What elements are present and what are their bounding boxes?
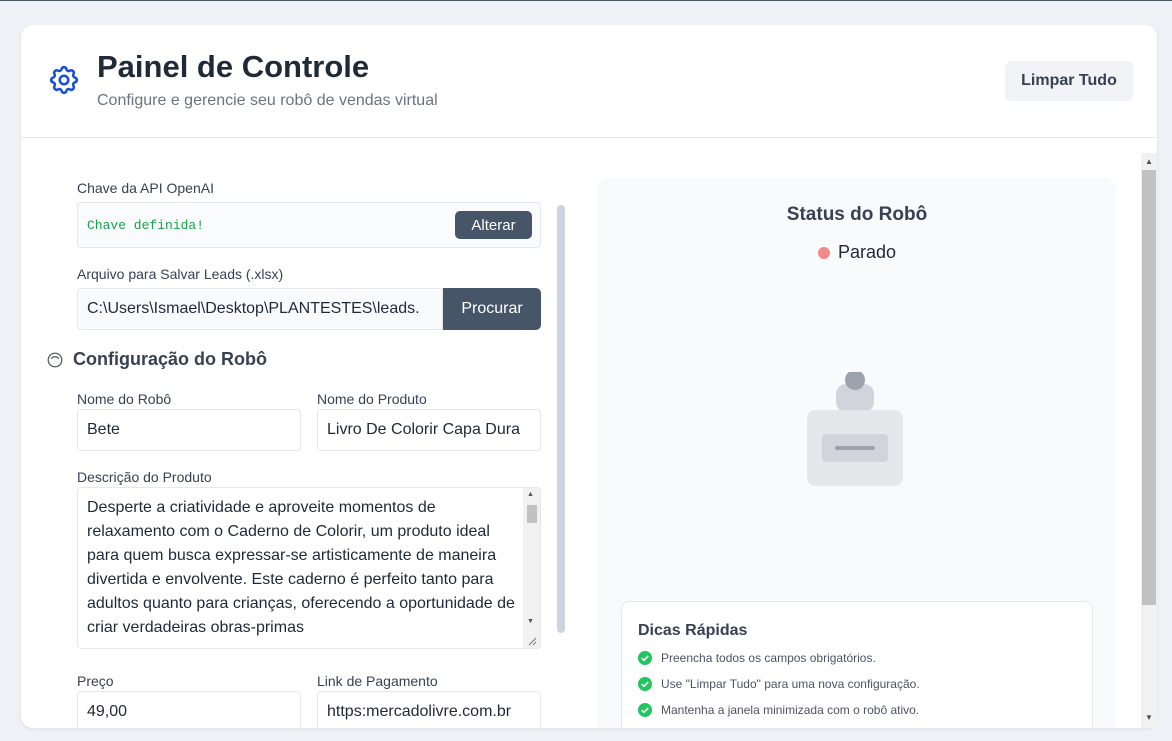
description-textarea[interactable]: Desperte a criatividade e aproveite mome…: [77, 487, 541, 649]
resize-handle-icon[interactable]: [527, 636, 537, 646]
tip-item: Preencha todos os campos obrigatórios.: [638, 651, 876, 665]
payment-link-value: https:mercadolivre.com.br: [327, 703, 512, 720]
check-circle-icon: [638, 703, 652, 717]
leads-file-input[interactable]: C:\Users\Ismael\Desktop\PLANTESTES\leads…: [77, 288, 443, 330]
price-value: 49,00: [87, 703, 128, 720]
description-scroll-thumb[interactable]: [527, 505, 537, 523]
robot-icon: [807, 372, 903, 486]
tip-text: Mantenha a janela minimizada com o robô …: [661, 703, 920, 717]
status-text: Parado: [837, 242, 897, 262]
robot-config-icon: [47, 352, 63, 368]
description-scrollbar[interactable]: ▲ ▼: [523, 488, 540, 648]
api-key-label: Chave da API OpenAI: [77, 180, 214, 196]
tip-text: Use "Limpar Tudo" para uma nova configur…: [661, 677, 920, 691]
browse-button[interactable]: Procurar: [443, 288, 541, 330]
change-api-key-button[interactable]: Alterar: [455, 211, 532, 239]
page-subtitle: Configure e gerencie seu robô de vendas …: [97, 92, 438, 109]
leads-file-path: C:\Users\Ismael\Desktop\PLANTESTES\leads…: [87, 300, 420, 317]
check-circle-icon: [638, 651, 652, 665]
robot-name-value: Bete: [87, 421, 120, 438]
description-label: Descrição do Produto: [77, 469, 212, 485]
tip-text: Preencha todos os campos obrigatórios.: [661, 651, 876, 665]
scroll-up-icon[interactable]: ▲: [1145, 158, 1153, 166]
leads-file-label: Arquivo para Salvar Leads (.xlsx): [77, 266, 284, 282]
tip-item: Mantenha a janela minimizada com o robô …: [638, 703, 919, 717]
robot-name-label: Nome do Robô: [77, 391, 172, 407]
status-title: Status do Robô: [786, 204, 928, 225]
product-name-value: Livro De Colorir Capa Dura: [327, 421, 520, 438]
status-dot: [817, 246, 830, 259]
price-input[interactable]: 49,00: [77, 691, 301, 728]
status-indicator: Parado: [598, 242, 1116, 263]
product-name-input[interactable]: Livro De Colorir Capa Dura: [317, 409, 541, 451]
robot-config-title: Configuração do Robô: [73, 349, 267, 369]
scroll-down-icon[interactable]: ▼: [1145, 714, 1153, 722]
check-circle-icon: [638, 677, 652, 691]
payment-link-label: Link de Pagamento: [317, 673, 438, 689]
gear-icon: [49, 65, 79, 95]
scroll-up-icon[interactable]: ▲: [527, 491, 534, 499]
status-panel: Status do Robô Parado Dicas Rápidas Pree…: [598, 178, 1116, 728]
payment-link-input[interactable]: https:mercadolivre.com.br: [317, 691, 541, 728]
product-name-label: Nome do Produto: [317, 391, 427, 407]
header: Painel de Controle Configure e gerencie …: [21, 25, 1157, 138]
description-text: Desperte a criatividade e aproveite mome…: [87, 499, 515, 636]
scroll-down-icon[interactable]: ▼: [527, 618, 534, 626]
page-title: Painel de Controle: [97, 49, 370, 84]
tip-item: Use "Limpar Tudo" para uma nova configur…: [638, 677, 920, 691]
price-label: Preço: [77, 673, 114, 689]
window-scrollbar[interactable]: ▲ ▼: [1141, 153, 1157, 728]
tips-title: Dicas Rápidas: [638, 622, 748, 639]
form-scrollbar[interactable]: [557, 205, 565, 633]
quick-tips: Dicas Rápidas Preencha todos os campos o…: [621, 601, 1093, 728]
control-panel-card: Painel de Controle Configure e gerencie …: [21, 25, 1157, 728]
api-key-status: Chave definida!: [87, 217, 205, 233]
window-scroll-thumb[interactable]: [1142, 170, 1156, 605]
robot-name-input[interactable]: Bete: [77, 409, 301, 451]
clear-all-button[interactable]: Limpar Tudo: [1005, 61, 1133, 101]
window-top-border: [0, 0, 1172, 1]
